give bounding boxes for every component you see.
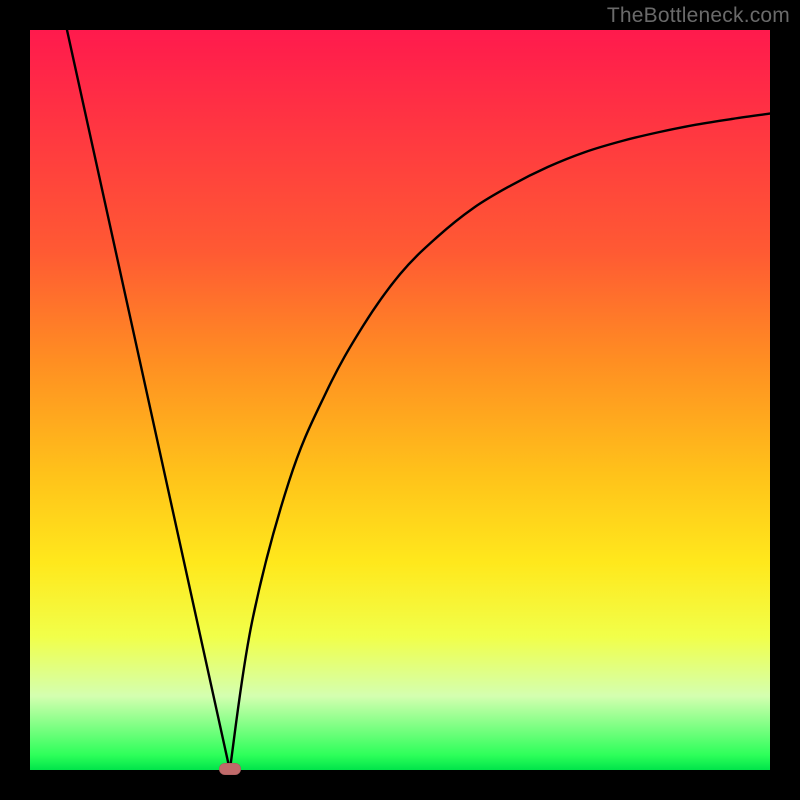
- watermark-text: TheBottleneck.com: [607, 4, 790, 28]
- curve-svg: [30, 30, 770, 770]
- plot-area: [30, 30, 770, 770]
- chart-frame: TheBottleneck.com: [0, 0, 800, 800]
- bottleneck-curve: [67, 30, 770, 770]
- min-marker: [219, 763, 241, 775]
